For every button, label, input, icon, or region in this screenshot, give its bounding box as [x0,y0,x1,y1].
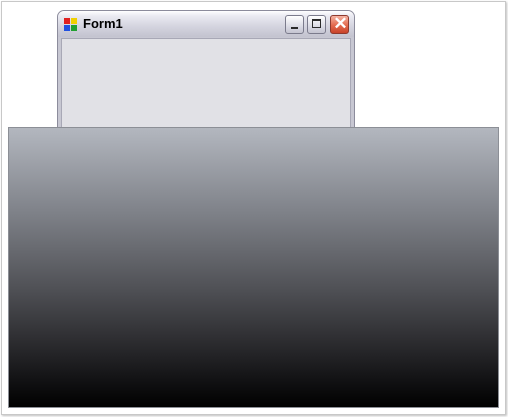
maximize-button[interactable] [307,15,326,34]
window-title: Form1 [83,16,123,31]
form1-window[interactable]: Form1 ✕ [57,10,355,140]
form-client-area[interactable] [61,38,351,139]
close-button[interactable]: ✕ [330,14,349,34]
close-icon: ✕ [333,14,348,33]
windows-form-icon [64,18,78,32]
title-bar[interactable]: Form1 ✕ [58,11,354,37]
minimize-button[interactable] [285,15,304,34]
gradient-panel[interactable] [8,127,499,408]
minimize-icon [291,27,298,29]
maximize-icon [312,19,321,28]
